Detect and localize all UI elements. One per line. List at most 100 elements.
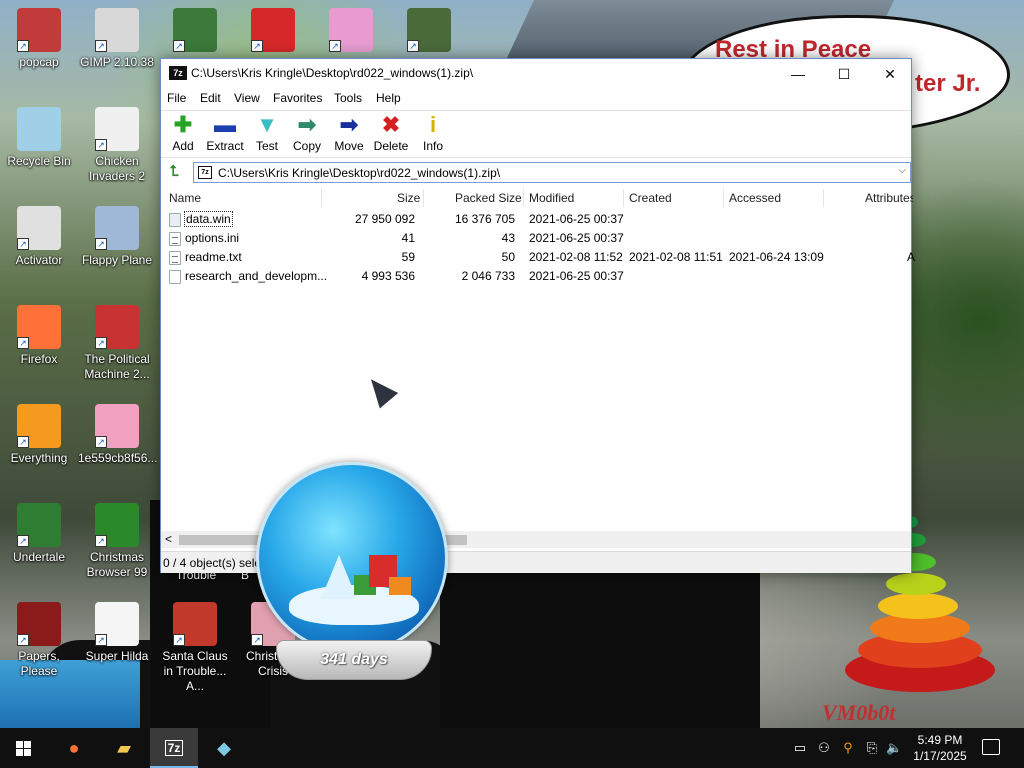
column-divider[interactable] — [523, 189, 524, 207]
menu-file[interactable]: File — [167, 91, 186, 105]
column-packed-size[interactable]: Packed Size — [455, 191, 522, 205]
title-bar[interactable]: 7z C:\Users\Kris Kringle\Desktop\rd022_w… — [161, 59, 911, 89]
folder-icon: ▰ — [117, 738, 131, 758]
desktop-icon[interactable]: ↗ Santa Claus in Trouble... A... — [156, 602, 234, 694]
notification-icon[interactable] — [982, 739, 1000, 755]
file-row[interactable]: data.win 27 950 092 16 376 705 2021-06-25 0… — [161, 210, 911, 229]
menu-edit[interactable]: Edit — [200, 91, 221, 105]
desktop-icon[interactable]: Recycle Bin — [0, 107, 78, 169]
scroll-left-icon[interactable]: < — [165, 532, 172, 546]
taskbar-file-explorer[interactable]: ▰ — [100, 728, 148, 768]
chevron-down-icon[interactable]: ⌵ — [898, 165, 906, 176]
toolbar-label: Add — [172, 139, 194, 153]
maximize-button[interactable]: ☐ — [821, 59, 867, 89]
desktop-icon[interactable]: ↗ The Political Machine 2... — [78, 305, 156, 382]
file-row[interactable]: options.ini 41 43 2021-06-25 00:37 — [161, 229, 911, 248]
add-button[interactable]: ✚ Add — [161, 113, 205, 157]
copy-button[interactable]: ➡ Copy — [285, 113, 329, 157]
info-button[interactable]: i Info — [411, 113, 455, 157]
menu-help[interactable]: Help — [376, 91, 401, 105]
column-modified[interactable]: Modified — [529, 191, 574, 205]
cell-accessed: 2021-06-24 13:09 — [729, 250, 824, 264]
clock[interactable]: 5:49 PM 1/17/2025 — [905, 732, 975, 764]
column-size[interactable]: Size — [397, 191, 420, 205]
desktop-icon[interactable]: ↗ Firefox — [0, 305, 78, 367]
move-button[interactable]: ➡ Move — [327, 113, 371, 157]
taskbar-snowglobe[interactable]: ◆ — [200, 728, 248, 768]
desktop-icon[interactable]: ↗ popcap — [0, 8, 78, 70]
desktop-icon-label: The Political Machine 2... — [84, 352, 150, 381]
menu-bar: File Edit View Favorites Tools Help — [161, 89, 911, 109]
desktop-icon[interactable]: ↗ Christmas Browser 99 — [78, 503, 156, 580]
menu-view[interactable]: View — [234, 91, 260, 105]
column-attributes[interactable]: Attributes — [865, 191, 913, 205]
desktop-icon[interactable]: ↗ Everything — [0, 404, 78, 466]
bubble-line-2: ter Jr. — [915, 70, 981, 97]
desktop-icon[interactable]: ↗ — [234, 8, 312, 55]
tray-monitor-icon[interactable]: ▭ — [792, 740, 808, 756]
column-divider[interactable] — [423, 189, 424, 207]
shortcut-arrow-icon: ↗ — [17, 40, 29, 52]
desktop-icon[interactable]: ↗ Chicken Invaders 2 — [78, 107, 156, 184]
taskbar-7zip[interactable]: 7z — [150, 728, 198, 768]
menu-favorites[interactable]: Favorites — [273, 91, 322, 105]
desktop-icon-label: GIMP 2.10.38 — [80, 55, 154, 69]
start-button[interactable] — [0, 728, 48, 768]
shortcut-arrow-icon: ↗ — [17, 535, 29, 547]
desktop-icon[interactable]: ↗ — [312, 8, 390, 55]
cell-size: 27 950 092 — [354, 212, 415, 226]
tray-network-people-icon[interactable]: ⚇ — [816, 740, 832, 756]
globe-tree — [321, 555, 357, 599]
toolbar-label: Test — [255, 139, 278, 153]
column-divider[interactable] — [823, 189, 824, 207]
list-header: Name Size Packed Size Modified Created A… — [161, 187, 913, 209]
column-divider[interactable] — [321, 189, 322, 207]
desktop-icon[interactable]: ↗ Super Hilda — [78, 602, 156, 664]
up-folder-button[interactable]: ⮤ — [165, 163, 183, 181]
desktop-icon[interactable]: ↗ — [390, 8, 468, 55]
desktop-icon[interactable]: ↗ — [156, 8, 234, 55]
snow-globe-base: 341 days — [276, 640, 432, 680]
extract-button[interactable]: ▬ Extract — [203, 113, 247, 157]
shortcut-arrow-icon: ↗ — [173, 40, 185, 52]
column-divider[interactable] — [723, 189, 724, 207]
snow-globe-widget[interactable] — [256, 462, 448, 654]
desktop-icon[interactable]: ↗ GIMP 2.10.38 — [78, 8, 156, 70]
file-row[interactable]: readme.txt 59 50 2021-02-08 11:52 2021-02-08… — [161, 248, 915, 267]
desktop-icon[interactable]: ↗ Activator — [0, 206, 78, 268]
tray-network-icon[interactable]: ⎘ — [864, 740, 880, 756]
desktop-icon[interactable]: ↗ Papers, Please — [0, 602, 78, 679]
column-name[interactable]: Name — [169, 191, 201, 205]
toolbar: ✚ Add ▬ Extract ▼ Test ➡ Copy ➡ Move ✖ Delete i Info — [161, 110, 911, 158]
taskbar-firefox[interactable]: ● — [50, 728, 98, 768]
column-accessed[interactable]: Accessed — [729, 191, 781, 205]
gimp-icon: ↗ — [95, 8, 139, 52]
desktop-icon[interactable]: ↗ Flappy Plane — [78, 206, 156, 268]
desktop-icon[interactable]: ↗ 1e559cb8f56... — [78, 404, 157, 466]
close-button[interactable]: ✕ — [867, 59, 913, 89]
file-row[interactable]: research_and_developm... 4 993 536 2 046 7… — [161, 267, 911, 286]
cell-name: options.ini — [185, 231, 240, 245]
game-icon: ↗ — [407, 8, 451, 52]
path-input[interactable]: 7z C:\Users\Kris Kringle\Desktop\rd022_w… — [193, 162, 911, 183]
firefox-icon: ↗ — [17, 305, 61, 349]
desktop-icon-label: Undertale — [12, 550, 66, 564]
column-created[interactable]: Created — [629, 191, 672, 205]
add-icon: ✚ — [173, 112, 193, 137]
test-button[interactable]: ▼ Test — [245, 113, 289, 157]
shortcut-arrow-icon: ↗ — [17, 238, 29, 250]
menu-tools[interactable]: Tools — [334, 91, 362, 105]
political-machine-icon: ↗ — [95, 305, 139, 349]
text-file-icon — [169, 251, 181, 265]
delete-button[interactable]: ✖ Delete — [369, 113, 413, 157]
volume-icon[interactable]: 🔈 — [886, 740, 902, 756]
cell-modified: 2021-06-25 00:37 — [529, 212, 624, 226]
desktop-icon-label: Christmas Browser 99 — [86, 550, 148, 579]
mcdonalds-icon: ↗ — [251, 8, 295, 52]
desktop-icon[interactable]: ↗ Undertale — [0, 503, 78, 565]
desktop-icon-label: Super Hilda — [85, 649, 149, 663]
column-divider[interactable] — [623, 189, 624, 207]
minimize-button[interactable]: — — [775, 59, 821, 89]
cell-modified: 2021-06-25 00:37 — [529, 269, 624, 283]
tray-search-icon[interactable]: ⚲ — [840, 740, 856, 756]
